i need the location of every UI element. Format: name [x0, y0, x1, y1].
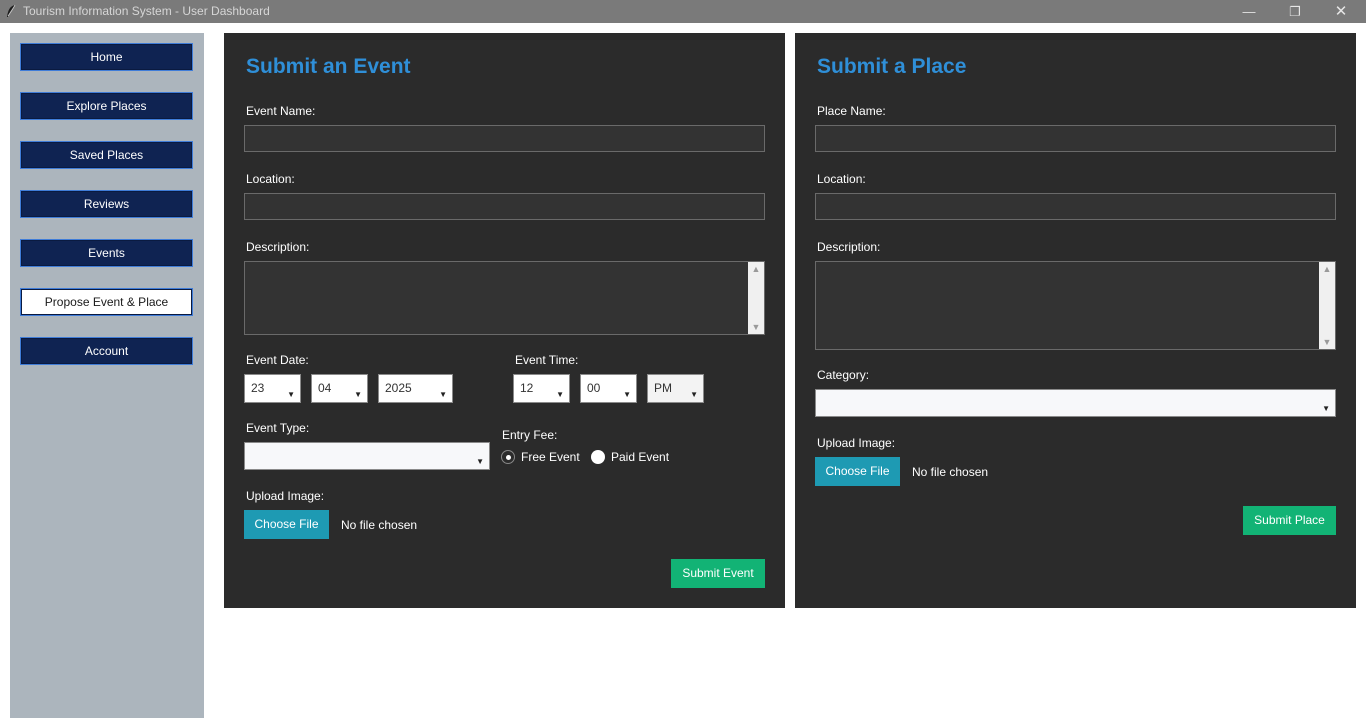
- sidebar-item-saved-places[interactable]: Saved Places: [20, 141, 193, 169]
- entry-fee-label: Entry Fee:: [502, 428, 558, 442]
- sidebar-item-explore-places[interactable]: Explore Places: [20, 92, 193, 120]
- event-date-label: Event Date:: [246, 353, 309, 367]
- event-description-textarea[interactable]: ▲ ▼: [244, 261, 765, 335]
- place-form-panel: Submit a Place Place Name: Location: Des…: [795, 33, 1356, 608]
- event-year-spinbox[interactable]: 2025 ▼: [378, 374, 453, 403]
- dropdown-arrow-icon[interactable]: ▼: [476, 458, 484, 466]
- category-combobox[interactable]: ▼: [815, 389, 1336, 417]
- event-file-status: No file chosen: [341, 518, 418, 532]
- place-description-label: Description:: [817, 240, 881, 254]
- dropdown-arrow-icon[interactable]: ▼: [354, 391, 362, 399]
- place-choose-file-button[interactable]: Choose File: [815, 457, 900, 486]
- event-day-spinbox[interactable]: 23 ▼: [244, 374, 301, 403]
- place-location-label: Location:: [817, 172, 866, 186]
- sidebar-item-reviews[interactable]: Reviews: [20, 190, 193, 218]
- dropdown-arrow-icon[interactable]: ▼: [556, 391, 564, 399]
- feather-icon: [7, 4, 16, 17]
- dropdown-arrow-icon[interactable]: ▼: [623, 391, 631, 399]
- event-type-label: Event Type:: [246, 421, 310, 435]
- event-month-spinbox[interactable]: 04 ▼: [311, 374, 368, 403]
- window-title: Tourism Information System - User Dashbo…: [23, 4, 270, 18]
- restore-icon[interactable]: ❐: [1275, 2, 1315, 21]
- event-location-input[interactable]: [244, 193, 765, 220]
- sidebar-item-events[interactable]: Events: [20, 239, 193, 267]
- event-minute-spinbox[interactable]: 00 ▼: [580, 374, 637, 403]
- scroll-up-icon[interactable]: ▲: [1319, 262, 1335, 276]
- place-description-scrollbar[interactable]: ▲ ▼: [1319, 262, 1335, 349]
- place-name-label: Place Name:: [817, 104, 886, 118]
- window-titlebar: Tourism Information System - User Dashbo…: [0, 0, 1366, 23]
- event-time-label: Event Time:: [515, 353, 579, 367]
- event-ampm-value: PM: [654, 381, 672, 395]
- event-description-label: Description:: [246, 240, 310, 254]
- scroll-up-icon[interactable]: ▲: [748, 262, 764, 276]
- scroll-down-icon[interactable]: ▼: [1319, 335, 1335, 349]
- event-month-value: 04: [318, 381, 332, 395]
- submit-place-button[interactable]: Submit Place: [1243, 506, 1336, 535]
- category-label: Category:: [817, 368, 870, 382]
- dropdown-arrow-icon[interactable]: ▼: [439, 391, 447, 399]
- minimize-icon[interactable]: —: [1229, 2, 1269, 21]
- sidebar: Home Explore Places Saved Places Reviews…: [10, 33, 204, 718]
- event-year-value: 2025: [385, 381, 412, 395]
- event-minute-value: 00: [587, 381, 601, 395]
- event-name-input[interactable]: [244, 125, 765, 152]
- sidebar-item-home[interactable]: Home: [20, 43, 193, 71]
- event-hour-spinbox[interactable]: 12 ▼: [513, 374, 570, 403]
- event-ampm-select[interactable]: PM ▼: [647, 374, 704, 403]
- scroll-down-icon[interactable]: ▼: [748, 320, 764, 334]
- event-form-title: Submit an Event: [246, 55, 411, 78]
- sidebar-item-propose-event-place[interactable]: Propose Event & Place: [20, 288, 193, 316]
- place-location-input[interactable]: [815, 193, 1336, 220]
- dropdown-arrow-icon[interactable]: ▼: [1322, 405, 1330, 413]
- event-description-scrollbar[interactable]: ▲ ▼: [748, 262, 764, 334]
- submit-event-button[interactable]: Submit Event: [671, 559, 765, 588]
- paid-event-radio[interactable]: [591, 450, 605, 464]
- event-location-label: Location:: [246, 172, 295, 186]
- event-form-panel: Submit an Event Event Name: Location: De…: [224, 33, 785, 608]
- place-description-textarea[interactable]: ▲ ▼: [815, 261, 1336, 350]
- dropdown-arrow-icon[interactable]: ▼: [287, 391, 295, 399]
- place-form-title: Submit a Place: [817, 55, 967, 78]
- event-hour-value: 12: [520, 381, 534, 395]
- free-event-radio[interactable]: [501, 450, 515, 464]
- close-icon[interactable]: ✕: [1321, 2, 1361, 21]
- place-upload-label: Upload Image:: [817, 436, 896, 450]
- free-event-label[interactable]: Free Event: [521, 450, 580, 464]
- event-type-combobox[interactable]: ▼: [244, 442, 490, 470]
- event-day-value: 23: [251, 381, 265, 395]
- place-file-status: No file chosen: [912, 465, 989, 479]
- event-name-label: Event Name:: [246, 104, 316, 118]
- paid-event-label[interactable]: Paid Event: [611, 450, 669, 464]
- event-choose-file-button[interactable]: Choose File: [244, 510, 329, 539]
- dropdown-arrow-icon[interactable]: ▼: [690, 391, 698, 399]
- sidebar-item-account[interactable]: Account: [20, 337, 193, 365]
- event-upload-label: Upload Image:: [246, 489, 325, 503]
- place-name-input[interactable]: [815, 125, 1336, 152]
